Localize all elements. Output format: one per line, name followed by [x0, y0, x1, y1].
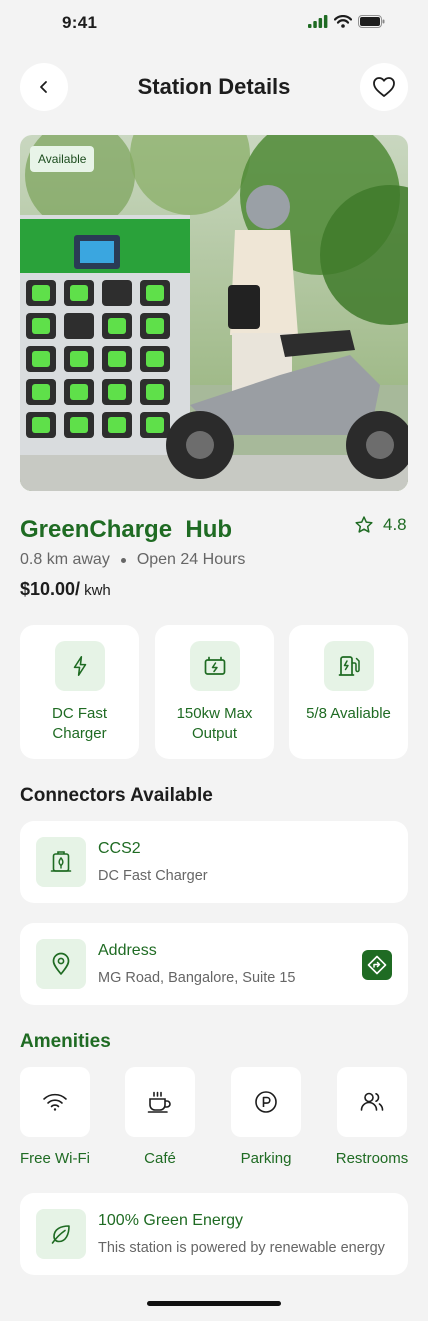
amenity-label-cafe: Café — [144, 1150, 176, 1167]
feature-label: 5/8 Avaliable — [306, 705, 391, 722]
separator-dot — [120, 557, 126, 563]
feature-card-charger-type: DC Fast Charger — [20, 625, 139, 759]
availability-badge: Available — [30, 146, 95, 172]
signal-icon — [308, 15, 328, 28]
parking-icon — [255, 1091, 277, 1113]
amenity-label-restrooms: Restrooms — [335, 1150, 409, 1167]
coffee-icon — [147, 1091, 171, 1113]
rating: 4.8 — [354, 515, 407, 535]
location-pin-icon — [36, 939, 86, 989]
connector-type: DC Fast Charger — [98, 868, 208, 884]
restroom-icon — [360, 1092, 384, 1111]
amenity-wifi — [20, 1067, 90, 1137]
connectors-heading: Connectors Available — [20, 785, 213, 806]
address-card: Address MG Road, Bangalore, Suite 15 — [20, 923, 408, 1005]
leaf-icon — [36, 1209, 86, 1259]
feature-card-output: 150kw Max Output — [155, 625, 274, 759]
home-indicator — [147, 1301, 281, 1306]
ev-charger-icon — [323, 641, 374, 691]
price-value: $10.00/ — [20, 579, 81, 599]
station-name: GreenCharge Hub — [20, 516, 233, 543]
wifi-icon — [43, 1093, 67, 1111]
feature-label: 150kw Max Output — [176, 705, 253, 742]
green-energy-desc: This station is powered by renewable ene… — [98, 1240, 385, 1256]
favorite-button[interactable] — [360, 63, 408, 111]
star-icon — [355, 516, 373, 533]
status-time: 9:41 — [62, 13, 98, 32]
station-meta: 0.8 km away Open 24 Hours — [20, 551, 245, 569]
rating-value: 4.8 — [383, 515, 407, 534]
feature-label: DC Fast Charger — [51, 705, 107, 742]
address-value: MG Road, Bangalore, Suite 15 — [98, 970, 296, 986]
amenities-heading: Amenities — [20, 1031, 111, 1052]
amenity-restrooms — [337, 1067, 407, 1137]
status-icons — [308, 15, 385, 28]
green-energy-title: 100% Green Energy — [98, 1212, 243, 1229]
station-photo — [20, 135, 408, 491]
directions-icon — [367, 955, 387, 975]
battery-status-icon — [358, 15, 385, 28]
hours-text: Open 24 Hours — [136, 551, 246, 568]
battery-icon — [189, 641, 240, 691]
amenity-cafe — [125, 1067, 195, 1137]
heart-icon — [373, 77, 395, 97]
feature-card-availability: 5/8 Avaliable — [289, 625, 408, 759]
amenity-label-parking: Parking — [240, 1150, 292, 1167]
price-unit: kwh — [84, 582, 111, 599]
connector-name: CCS2 — [98, 840, 141, 857]
connector-icon — [36, 837, 86, 887]
wifi-status-icon — [334, 15, 352, 28]
lightning-icon — [54, 641, 105, 691]
amenity-label-wifi: Free Wi-Fi — [20, 1150, 90, 1167]
directions-button[interactable] — [362, 950, 392, 980]
amenity-parking — [231, 1067, 301, 1137]
price: $10.00/kwh — [20, 579, 111, 600]
address-label: Address — [98, 942, 157, 959]
connector-card-ccs2[interactable]: CCS2 DC Fast Charger — [20, 821, 408, 903]
green-energy-card: 100% Green Energy This station is powere… — [20, 1193, 408, 1275]
distance-text: 0.8 km away — [20, 551, 110, 568]
